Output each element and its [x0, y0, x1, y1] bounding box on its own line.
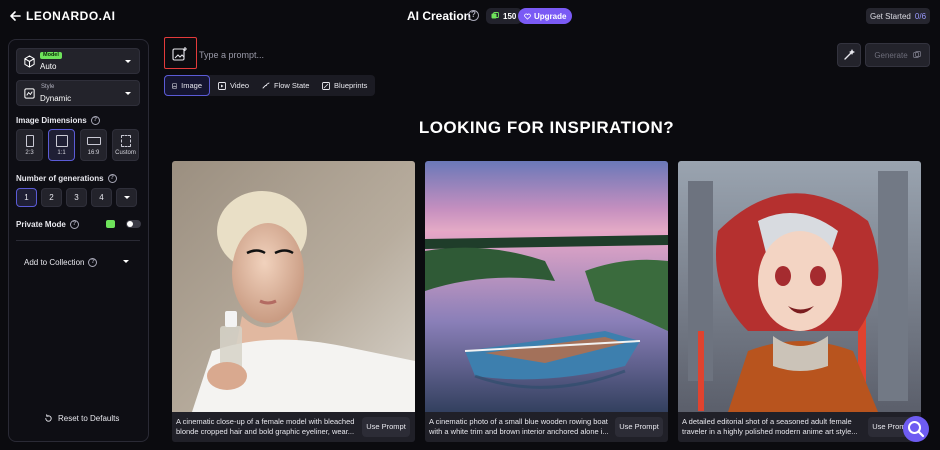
tab-label: Image — [181, 81, 202, 90]
reset-icon — [45, 414, 52, 422]
model-value: Auto — [40, 62, 57, 71]
mode-tabs: Image Video Flow State Blueprints — [164, 75, 375, 96]
style-select[interactable]: Style Dynamic — [16, 80, 140, 106]
back-arrow-icon[interactable] — [8, 9, 22, 23]
card-caption: A detailed editorial shot of a seasoned … — [682, 417, 858, 436]
chevron-down-icon — [125, 92, 131, 95]
card-image-anime — [678, 161, 921, 412]
prompt-input[interactable] — [199, 48, 799, 62]
dimension-label: Custom — [115, 150, 136, 156]
inspiration-heading: LOOKING FOR INSPIRATION? — [418, 118, 675, 137]
heart-icon — [524, 13, 531, 20]
inspiration-card[interactable]: A cinematic close-up of a female model w… — [172, 161, 415, 442]
token-icon — [491, 12, 499, 19]
generations-2[interactable]: 2 — [41, 188, 62, 207]
model-badge: Model — [40, 52, 62, 59]
blueprint-icon — [322, 81, 330, 90]
dimension-16-9[interactable]: 16:9 — [80, 129, 107, 161]
generate-label: Generate — [874, 50, 908, 60]
tab-image[interactable]: Image — [164, 75, 210, 96]
card-caption: A cinematic photo of a small blue wooden… — [429, 417, 609, 436]
help-icon[interactable]: ? — [69, 220, 79, 229]
chevron-down-icon[interactable] — [123, 260, 129, 263]
brand-logo[interactable]: LEONARDO.AI — [26, 9, 116, 23]
card-image-portrait — [172, 161, 415, 412]
tab-label: Blueprints — [334, 81, 368, 90]
toggle-knob — [127, 221, 133, 227]
tab-flow-state[interactable]: Flow State — [255, 75, 316, 96]
chevron-down-icon — [125, 60, 131, 63]
ratio-landscape-icon — [87, 137, 101, 145]
generations-label: Number of generations — [16, 174, 104, 183]
reset-defaults-label: Reset to Defaults — [58, 414, 120, 423]
generations-heading: Number of generations ? — [16, 174, 117, 183]
generations-3[interactable]: 3 — [66, 188, 87, 207]
help-icon[interactable]: ? — [107, 174, 117, 183]
tab-video[interactable]: Video — [211, 75, 256, 96]
image-dimensions-label: Image Dimensions — [16, 116, 87, 125]
dimension-label: 1:1 — [57, 150, 66, 156]
private-mode-label: Private Mode — [16, 220, 66, 229]
search-button[interactable] — [903, 416, 929, 442]
ratio-portrait-icon — [26, 135, 34, 147]
image-dimensions-heading: Image Dimensions ? — [16, 116, 100, 125]
generations-more-dropdown[interactable] — [116, 188, 137, 207]
help-icon[interactable]: ? — [88, 258, 98, 267]
token-balance[interactable]: 150 — [486, 8, 523, 24]
get-started-count: 0/6 — [914, 11, 927, 21]
reset-defaults-button[interactable]: Reset to Defaults — [44, 414, 119, 423]
page-title: AI Creation — [407, 9, 472, 23]
flow-icon — [262, 82, 270, 88]
settings-panel: Model Auto Style Dynamic Image Dimension… — [8, 39, 149, 442]
get-started-label: Get Started — [869, 11, 911, 21]
image-add-icon — [172, 47, 187, 61]
image-icon — [172, 82, 178, 89]
inspiration-card[interactable]: A cinematic photo of a small blue wooden… — [425, 161, 668, 442]
style-value: Dynamic — [40, 94, 72, 103]
tab-blueprints[interactable]: Blueprints — [315, 75, 374, 96]
card-image-boat — [425, 161, 668, 412]
image-prompt-button[interactable] — [164, 37, 197, 69]
token-icon — [912, 51, 921, 58]
private-mode-heading: Private Mode ? — [16, 220, 79, 229]
generations-4[interactable]: 4 — [91, 188, 112, 207]
use-prompt-button[interactable]: Use Prompt — [362, 417, 410, 437]
dimension-label: 16:9 — [87, 150, 100, 156]
use-prompt-button[interactable]: Use Prompt — [615, 417, 663, 437]
prompt-enhance-button[interactable] — [837, 43, 861, 67]
inspiration-card[interactable]: A detailed editorial shot of a seasoned … — [678, 161, 921, 442]
cube-icon — [24, 55, 35, 68]
upgrade-button[interactable]: Upgrade — [518, 8, 573, 24]
style-label: Style — [41, 84, 55, 90]
card-caption: A cinematic close-up of a female model w… — [176, 417, 355, 436]
eye-icon — [106, 220, 115, 228]
ratio-square-icon — [56, 135, 68, 147]
model-select[interactable]: Model Auto — [16, 48, 140, 74]
tab-label: Video — [230, 81, 250, 90]
dimension-custom[interactable]: Custom — [112, 129, 139, 161]
search-icon — [908, 421, 925, 438]
help-icon[interactable]: ? — [90, 116, 100, 125]
private-mode-toggle[interactable] — [126, 220, 141, 228]
magic-wand-icon — [844, 49, 855, 60]
chevron-down-icon — [123, 196, 130, 200]
add-to-collection-label: Add to Collection — [24, 258, 85, 267]
get-started-button[interactable]: Get Started 0/6 — [866, 8, 930, 24]
divider — [16, 240, 140, 241]
generations-1[interactable]: 1 — [16, 188, 37, 207]
dimension-2-3[interactable]: 2:3 — [16, 129, 43, 161]
tab-label: Flow State — [274, 81, 310, 90]
dimension-label: 2:3 — [25, 150, 34, 156]
style-icon — [24, 88, 35, 99]
dimension-1-1[interactable]: 1:1 — [48, 129, 75, 161]
add-to-collection[interactable]: Add to Collection ? — [24, 258, 98, 267]
video-icon — [218, 81, 226, 90]
token-count: 150 — [503, 11, 517, 21]
ratio-custom-icon — [121, 135, 131, 147]
generate-button[interactable]: Generate — [865, 43, 930, 67]
upgrade-label: Upgrade — [534, 11, 567, 21]
help-icon[interactable]: ? — [468, 10, 479, 21]
